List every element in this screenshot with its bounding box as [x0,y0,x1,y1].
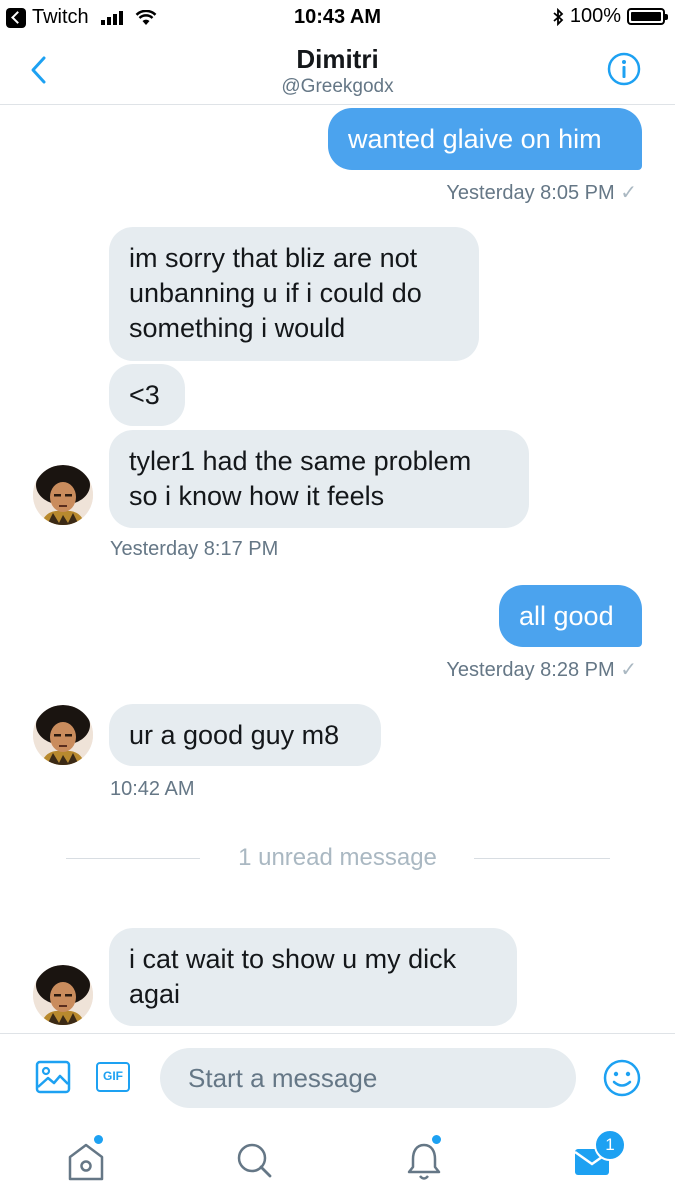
message-timestamp: 10:42 AM [110,778,195,800]
unread-divider: 1 unread message [0,844,675,871]
avatar[interactable] [33,465,93,525]
image-icon[interactable] [35,1059,71,1095]
bell-icon [407,1143,441,1180]
notifications-dot [432,1135,441,1144]
conversation-header: Dimitri @Greekgodx [0,36,675,105]
status-bar: Twitch 10:43 AM 100% [0,0,675,36]
sent-check-icon: ✓ [620,182,637,204]
tab-bar: 1 [0,1121,675,1200]
message-text: wanted glaive on him [348,124,602,154]
message-bubble-incoming[interactable]: ur a good guy m8 [109,704,381,766]
tab-home[interactable] [60,1133,112,1185]
contact-handle: @Greekgodx [281,76,394,97]
gif-icon[interactable]: GIF [96,1062,130,1092]
message-text-line: something i would [129,313,346,343]
tab-search[interactable] [228,1133,280,1185]
message-input[interactable]: Start a message [160,1048,576,1108]
avatar-illustration [33,965,93,1025]
emoji-icon[interactable] [602,1058,642,1098]
bluetooth-icon [553,7,564,26]
avatar[interactable] [33,705,93,765]
info-icon[interactable] [607,52,641,86]
message-bubble-incoming[interactable]: <3 [109,364,185,426]
message-bubble-outgoing[interactable]: wanted glaive on him [328,108,642,170]
message-timestamp: Yesterday 8:28 PM ✓ [446,659,637,681]
home-notification-dot [94,1135,103,1144]
search-icon [237,1143,272,1178]
message-input-placeholder: Start a message [188,1063,378,1093]
tab-notifications[interactable] [398,1133,450,1185]
message-composer: GIF Start a message [0,1033,675,1122]
message-text-line: im sorry that bliz are not [129,243,418,273]
home-icon [68,1143,104,1181]
message-bubble-outgoing[interactable]: all good [499,585,642,647]
message-text-line: tyler1 had the same problem [129,446,472,476]
message-timestamp: Yesterday 8:05 PM ✓ [446,182,637,204]
message-text: all good [519,601,614,631]
message-text: ur a good guy m8 [129,720,340,750]
message-text-line: i cat wait to show u my dick [129,944,457,974]
message-bubble-incoming[interactable]: im sorry that bliz are not unbanning u i… [109,227,479,361]
message-bubble-incoming[interactable]: i cat wait to show u my dick agai [109,928,517,1026]
messages-badge: 1 [594,1129,626,1161]
message-text: <3 [129,380,160,410]
contact-name: Dimitri [296,44,379,74]
battery-percent: 100% [569,5,621,27]
message-bubble-incoming[interactable]: tyler1 had the same problem so i know ho… [109,430,529,528]
status-right: 100% [552,5,668,28]
tab-messages[interactable]: 1 [568,1129,626,1185]
avatar-illustration [33,705,93,765]
avatar-illustration [33,465,93,525]
message-text-line: agai [129,979,181,1009]
message-timestamp: Yesterday 8:17 PM [110,538,279,560]
avatar[interactable] [33,965,93,1025]
sent-check-icon: ✓ [620,659,637,681]
message-text-line: so i know how it feels [129,481,385,511]
message-text-line: unbanning u if i could do [129,278,422,308]
battery-icon [627,8,668,25]
gif-label: GIF [103,1069,123,1083]
